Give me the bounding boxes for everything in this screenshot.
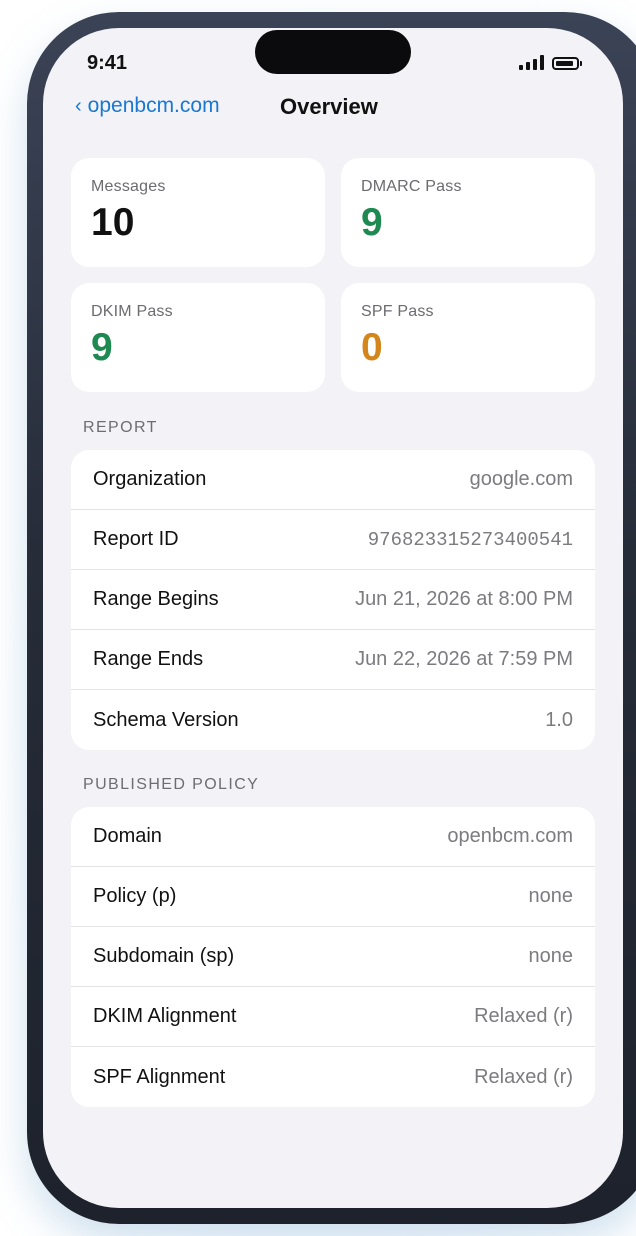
row-value: Jun 21, 2026 at 8:00 PM — [355, 588, 573, 610]
stat-value: 10 — [91, 201, 135, 244]
stat-value: 9 — [361, 201, 383, 244]
dynamic-island — [255, 30, 411, 74]
navigation-bar: ‹ openbcm.com Overview — [43, 92, 623, 126]
stat-label: DKIM Pass — [91, 303, 173, 320]
row-label: Domain — [93, 825, 162, 847]
row-label: Subdomain (sp) — [93, 945, 235, 967]
report-row-organization: Organization google.com — [71, 450, 595, 510]
row-label: Policy (p) — [93, 885, 177, 907]
chevron-left-icon: ‹ — [75, 94, 82, 117]
row-label: Range Ends — [93, 648, 204, 670]
row-value: 976823315273400541 — [367, 528, 573, 551]
row-label: SPF Alignment — [93, 1065, 226, 1088]
row-label: DKIM Alignment — [93, 1005, 237, 1027]
policy-row-policy: Policy (p) none — [71, 867, 595, 927]
stats-grid: Messages 10 DMARC Pass 9 DKIM Pass 9 SPF… — [71, 158, 595, 392]
row-value: none — [528, 885, 574, 907]
stat-value: 0 — [361, 326, 383, 369]
section-header-report: REPORT — [83, 419, 158, 436]
page-title: Overview — [280, 94, 378, 119]
status-icons — [519, 55, 582, 70]
policy-row-domain: Domain openbcm.com — [71, 807, 595, 867]
battery-icon — [552, 57, 582, 70]
report-row-range-ends: Range Ends Jun 22, 2026 at 7:59 PM — [71, 630, 595, 690]
policy-row-subdomain: Subdomain (sp) none — [71, 927, 595, 987]
report-row-range-begins: Range Begins Jun 21, 2026 at 8:00 PM — [71, 570, 595, 630]
back-button-label: openbcm.com — [87, 94, 220, 117]
stat-label: SPF Pass — [361, 303, 434, 320]
row-value: Relaxed (r) — [474, 1065, 573, 1088]
report-row-report-id: Report ID 976823315273400541 — [71, 510, 595, 570]
report-group: Organization google.com Report ID 976823… — [71, 450, 595, 750]
row-value: Relaxed (r) — [474, 1005, 573, 1027]
row-label: Organization — [93, 468, 207, 490]
status-time: 9:41 — [87, 52, 128, 74]
stat-card-dmarc-pass: DMARC Pass 9 — [341, 158, 595, 267]
stat-label: Messages — [91, 178, 166, 195]
row-label: Range Begins — [93, 588, 219, 610]
policy-group: Domain openbcm.com Policy (p) none Subdo… — [71, 807, 595, 1107]
stat-card-messages: Messages 10 — [71, 158, 325, 267]
section-header-published-policy: PUBLISHED POLICY — [83, 776, 260, 793]
stat-value: 9 — [91, 326, 113, 369]
cellular-signal-icon — [519, 55, 544, 70]
row-value: none — [528, 945, 574, 967]
row-label: Schema Version — [93, 708, 239, 731]
phone-screen: 9:41 ‹ openbcm.com Overview Messages 10 … — [43, 28, 623, 1208]
stat-card-spf-pass: SPF Pass 0 — [341, 283, 595, 392]
report-row-schema-version: Schema Version 1.0 — [71, 690, 595, 750]
row-value: 1.0 — [545, 708, 573, 731]
back-button[interactable]: ‹ openbcm.com — [75, 94, 220, 118]
policy-row-dkim-alignment: DKIM Alignment Relaxed (r) — [71, 987, 595, 1047]
policy-row-spf-alignment: SPF Alignment Relaxed (r) — [71, 1047, 595, 1107]
row-label: Report ID — [93, 528, 179, 550]
row-value: google.com — [469, 468, 573, 490]
stat-label: DMARC Pass — [361, 178, 462, 195]
row-value: openbcm.com — [447, 825, 573, 847]
row-value: Jun 22, 2026 at 7:59 PM — [355, 648, 573, 670]
stat-card-dkim-pass: DKIM Pass 9 — [71, 283, 325, 392]
